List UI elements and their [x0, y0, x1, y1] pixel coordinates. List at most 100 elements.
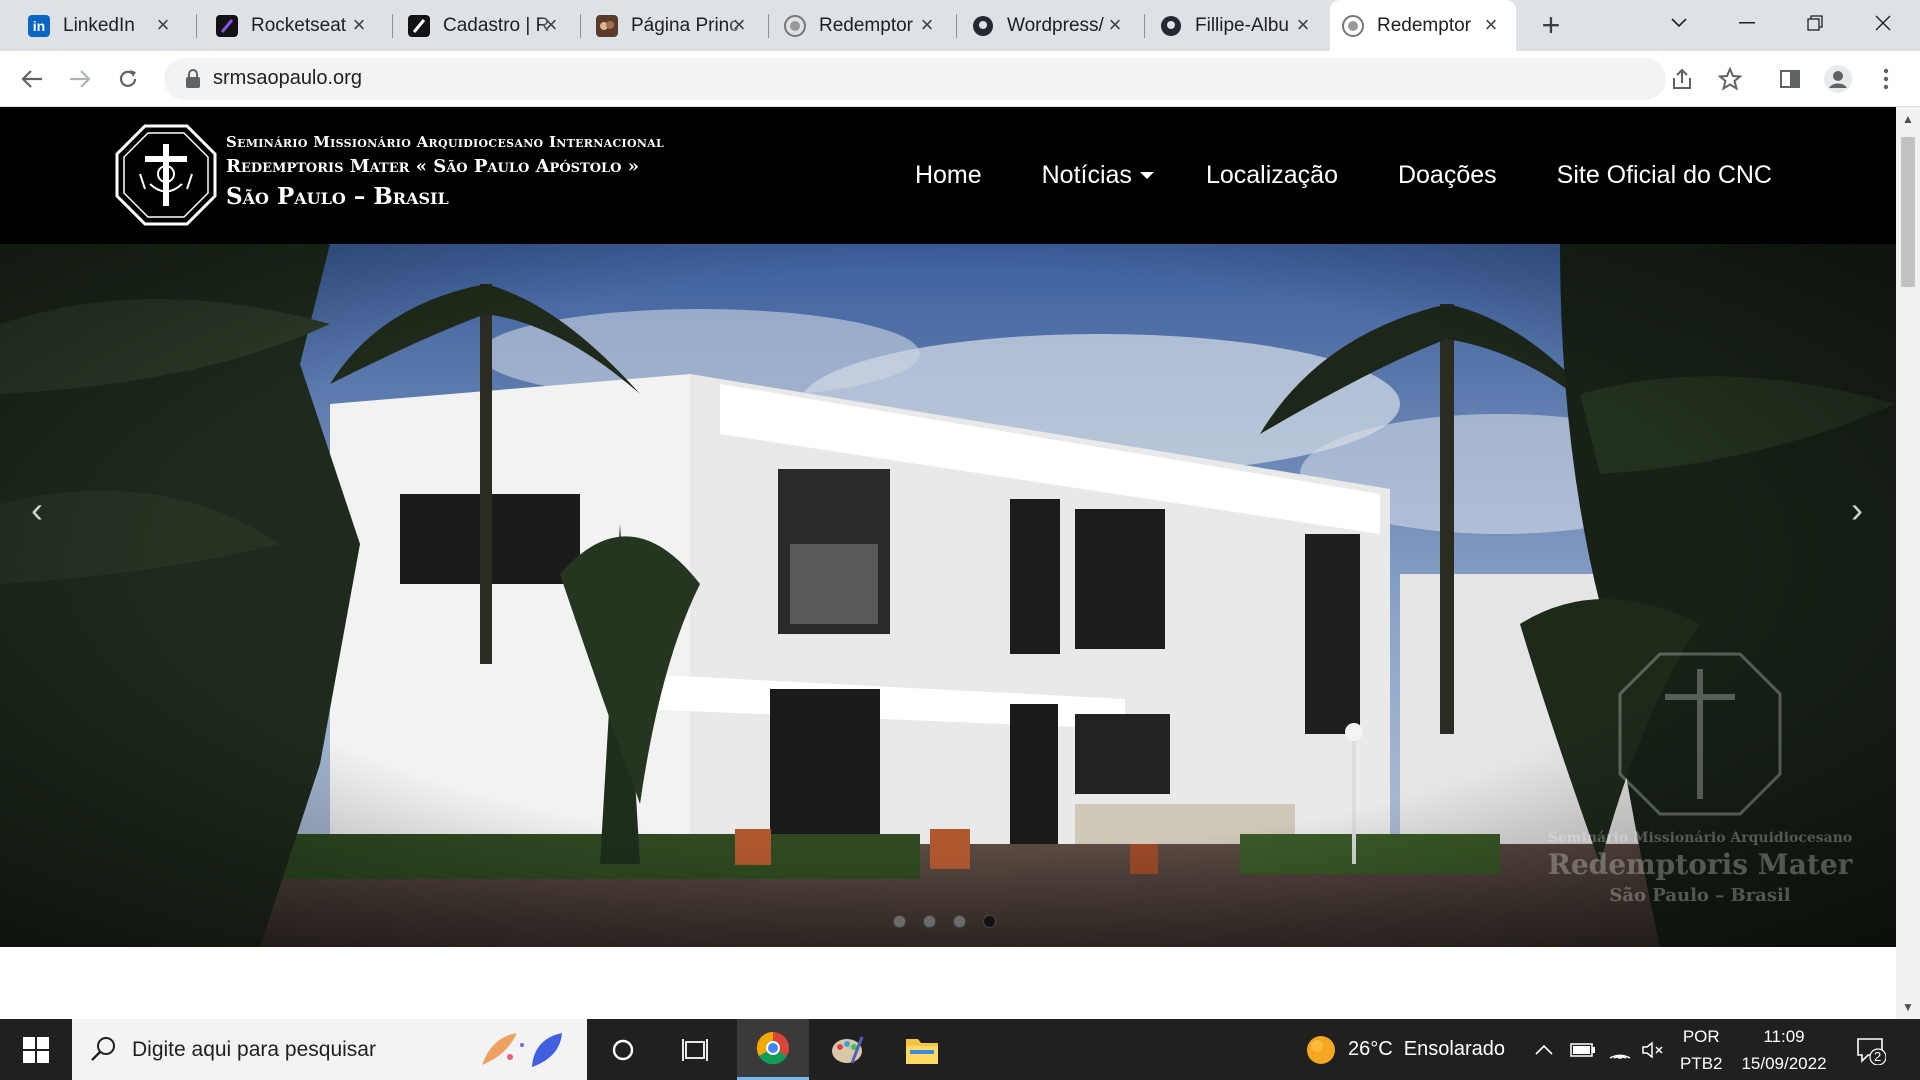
- rocketseat-icon: [216, 14, 238, 37]
- scrollbar-thumb[interactable]: [1901, 137, 1915, 287]
- input-language-indicator[interactable]: POR PTB2: [1680, 1019, 1723, 1080]
- carousel-prev-button[interactable]: ‹: [22, 490, 52, 530]
- tab-cadastro[interactable]: Cadastro | R ×: [396, 0, 576, 51]
- carousel-next-button[interactable]: ›: [1842, 490, 1872, 530]
- seminary-building-photo: Seminário Missionário Arquidiocesano Red…: [0, 244, 1896, 947]
- nav-site-oficial-cnc[interactable]: Site Oficial do CNC: [1557, 161, 1772, 190]
- watermark-line-1: Seminário Missionário Arquidiocesano: [1548, 830, 1853, 846]
- reload-button[interactable]: [112, 63, 144, 95]
- dropdown-caret-icon: [1139, 172, 1154, 179]
- menu-kebab-icon[interactable]: [1870, 63, 1902, 95]
- action-center-button[interactable]: 2: [1856, 1019, 1886, 1080]
- profile-avatar[interactable]: [1822, 63, 1854, 95]
- keyboard-layout: PTB2: [1680, 1053, 1723, 1073]
- page-scrollbar[interactable]: ▲ ▼: [1896, 107, 1920, 1019]
- close-icon[interactable]: ×: [1480, 14, 1502, 36]
- show-hidden-icons-button[interactable]: [1534, 1019, 1554, 1080]
- tab-separator: [956, 14, 957, 38]
- tab-title: Redemptor: [1377, 14, 1471, 36]
- hero-carousel[interactable]: Seminário Missionário Arquidiocesano Red…: [0, 244, 1896, 947]
- seal-icon: [1342, 14, 1364, 37]
- seminary-seal-logo[interactable]: [115, 124, 217, 226]
- nav-localizacao-label: Localização: [1205, 161, 1338, 189]
- language-code: POR: [1682, 1026, 1720, 1046]
- search-icon: [91, 1037, 115, 1061]
- tab-search-button[interactable]: [1646, 0, 1712, 45]
- side-panel-icon[interactable]: [1774, 63, 1806, 95]
- carousel-dot-1[interactable]: [893, 915, 906, 928]
- taskbar-paint[interactable]: [811, 1019, 883, 1080]
- cortana-button[interactable]: [587, 1019, 659, 1080]
- logo-text[interactable]: Seminário Missionário Arquidiocesano Int…: [226, 131, 664, 213]
- restore-button[interactable]: [1782, 0, 1848, 45]
- close-icon[interactable]: ×: [728, 14, 750, 36]
- search-highlight-illustration-icon: [482, 1033, 562, 1067]
- volume-muted-icon[interactable]: [1642, 1019, 1664, 1080]
- taskbar-chrome[interactable]: [737, 1019, 809, 1080]
- tab-wordpress-github[interactable]: Wordpress/ ×: [960, 0, 1140, 51]
- tab-separator: [580, 14, 581, 38]
- nav-doacoes[interactable]: Doações: [1398, 161, 1497, 190]
- tab-redemptoris-active[interactable]: Redemptor ×: [1330, 0, 1516, 51]
- close-icon[interactable]: ×: [152, 14, 174, 36]
- chrome-icon: [756, 1031, 789, 1065]
- close-icon[interactable]: ×: [540, 14, 562, 36]
- nav-noticias[interactable]: Notícias: [1042, 161, 1154, 190]
- weather-text: 26°C Ensolarado: [1348, 1038, 1505, 1060]
- painting-icon: [596, 14, 618, 37]
- tab-fillipe-github[interactable]: Fillipe-Albu ×: [1148, 0, 1328, 51]
- battery-icon[interactable]: [1570, 1019, 1596, 1080]
- browser-toolbar: srmsaopaulo.org: [0, 51, 1920, 107]
- tab-separator: [768, 14, 769, 38]
- carousel-dot-2[interactable]: [923, 915, 936, 928]
- tab-rocketseat[interactable]: Rocketseat ×: [204, 0, 384, 51]
- clock-date: 15/09/2022: [1741, 1053, 1827, 1073]
- clock[interactable]: 11:09 15/09/2022: [1736, 1019, 1832, 1080]
- close-icon[interactable]: ×: [1104, 14, 1126, 36]
- github-icon: [1160, 15, 1182, 37]
- scroll-down-arrow-icon[interactable]: ▼: [1896, 997, 1920, 1017]
- tab-separator: [1144, 14, 1145, 38]
- weather-widget[interactable]: 26°C Ensolarado: [1306, 1019, 1505, 1080]
- windows-start-button[interactable]: [0, 1019, 72, 1080]
- github-icon: [972, 15, 994, 37]
- close-icon[interactable]: ×: [916, 14, 938, 36]
- share-icon[interactable]: [1666, 63, 1698, 95]
- carousel-dot-3[interactable]: [953, 915, 966, 928]
- tab-redemptoris-1[interactable]: Redemptor ×: [772, 0, 952, 51]
- url-text[interactable]: srmsaopaulo.org: [213, 67, 362, 90]
- windows-taskbar: Digite aqui para pesquisar 26°C Ensolara…: [0, 1019, 1920, 1080]
- carousel-indicators: [893, 915, 1013, 928]
- close-window-button[interactable]: [1850, 0, 1916, 45]
- clock-time: 11:09: [1763, 1026, 1805, 1046]
- new-tab-button[interactable]: +: [1535, 9, 1567, 42]
- minimize-button[interactable]: [1714, 0, 1780, 45]
- close-icon[interactable]: ×: [348, 14, 370, 36]
- browser-tab-strip: in LinkedIn × Rocketseat × Cadastro | R …: [0, 0, 1920, 51]
- bookmark-star-icon[interactable]: [1714, 63, 1746, 95]
- taskbar-search-box[interactable]: Digite aqui para pesquisar: [72, 1019, 587, 1080]
- nav-doacoes-label: Doações: [1397, 161, 1497, 189]
- notification-count: 2: [1874, 1049, 1882, 1064]
- scroll-up-arrow-icon[interactable]: ▲: [1896, 109, 1920, 129]
- wifi-icon[interactable]: [1608, 1019, 1632, 1080]
- taskbar-file-explorer[interactable]: [886, 1019, 958, 1080]
- carousel-dot-4[interactable]: [983, 915, 996, 928]
- tab-linkedin[interactable]: in LinkedIn ×: [16, 0, 188, 51]
- forward-button[interactable]: [64, 63, 96, 95]
- tab-separator: [392, 14, 393, 38]
- back-button[interactable]: [16, 63, 48, 95]
- nav-home[interactable]: Home: [915, 161, 982, 190]
- address-bar[interactable]: srmsaopaulo.org: [164, 58, 1666, 100]
- tab-separator: [196, 14, 197, 38]
- chevron-right-icon: ›: [1851, 489, 1863, 530]
- task-view-button[interactable]: [659, 1019, 731, 1080]
- lock-icon: [186, 69, 200, 88]
- folder-icon: [906, 1038, 938, 1064]
- tab-pagina-principal[interactable]: Página Princ ×: [584, 0, 764, 51]
- main-navigation: Home Notícias Localização Doações Site O…: [855, 107, 1896, 244]
- nav-site-oficial-cnc-label: Site Oficial do CNC: [1556, 161, 1772, 189]
- close-icon[interactable]: ×: [1292, 14, 1314, 36]
- nav-localizacao[interactable]: Localização: [1206, 161, 1338, 190]
- chevron-left-icon: ‹: [31, 489, 43, 530]
